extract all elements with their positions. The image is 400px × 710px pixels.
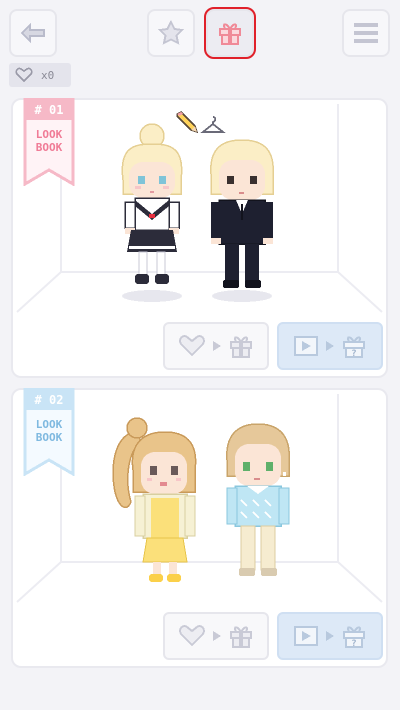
heart-icon bbox=[15, 67, 33, 83]
svg-text:?: ? bbox=[351, 639, 356, 649]
lookbook-card-1[interactable]: # 01 LOOK BOOK ? bbox=[11, 98, 388, 378]
like-to-gift-button[interactable] bbox=[163, 612, 269, 660]
character-boy-blue bbox=[226, 423, 290, 576]
lookbook-card-2[interactable]: # 02 LOOK BOOK ? bbox=[11, 388, 388, 668]
menu-icon bbox=[354, 23, 378, 43]
gift-icon bbox=[230, 626, 252, 648]
video-to-mystery-gift-button[interactable]: ? bbox=[277, 322, 383, 370]
character-girl-yellow bbox=[112, 417, 197, 582]
like-count: x0 bbox=[41, 68, 55, 82]
back-button[interactable] bbox=[9, 9, 57, 57]
menu-button[interactable] bbox=[342, 9, 390, 57]
lookbook-number: # 01 bbox=[34, 103, 64, 117]
character-boy-suit bbox=[210, 139, 274, 302]
lookbook-word: LOOK BOOK bbox=[35, 418, 63, 444]
character-girl-sailor bbox=[121, 123, 183, 302]
star-icon bbox=[157, 20, 185, 45]
arrow-right-icon bbox=[326, 341, 334, 351]
video-to-mystery-gift-button[interactable]: ? bbox=[277, 612, 383, 660]
lookbook-screen: x0 # 01 LOOK BOOK ? # 02 LOOK BOOK ? bbox=[0, 0, 400, 710]
mystery-gift-icon: ? bbox=[343, 626, 365, 649]
lookbook-number: # 02 bbox=[34, 393, 64, 407]
arrow-right-icon bbox=[326, 631, 334, 641]
heart-icon bbox=[179, 625, 205, 647]
mystery-gift-icon: ? bbox=[343, 336, 365, 359]
svg-text:?: ? bbox=[351, 349, 356, 359]
lookbook-ribbon: # 02 LOOK BOOK bbox=[23, 388, 75, 476]
lookbook-ribbon: # 01 LOOK BOOK bbox=[23, 98, 75, 186]
favorite-button[interactable] bbox=[147, 9, 195, 57]
like-counter: x0 bbox=[9, 63, 71, 87]
lookbook-word: LOOK BOOK bbox=[35, 128, 63, 154]
heart-icon bbox=[179, 335, 205, 357]
gift-icon bbox=[219, 23, 241, 45]
arrow-right-icon bbox=[213, 631, 221, 641]
gift-icon bbox=[230, 336, 252, 358]
like-to-gift-button[interactable] bbox=[163, 322, 269, 370]
video-icon bbox=[294, 626, 318, 646]
gift-tab-button[interactable] bbox=[204, 7, 256, 59]
video-icon bbox=[294, 336, 318, 356]
back-arrow-icon bbox=[20, 23, 45, 43]
arrow-right-icon bbox=[213, 341, 221, 351]
